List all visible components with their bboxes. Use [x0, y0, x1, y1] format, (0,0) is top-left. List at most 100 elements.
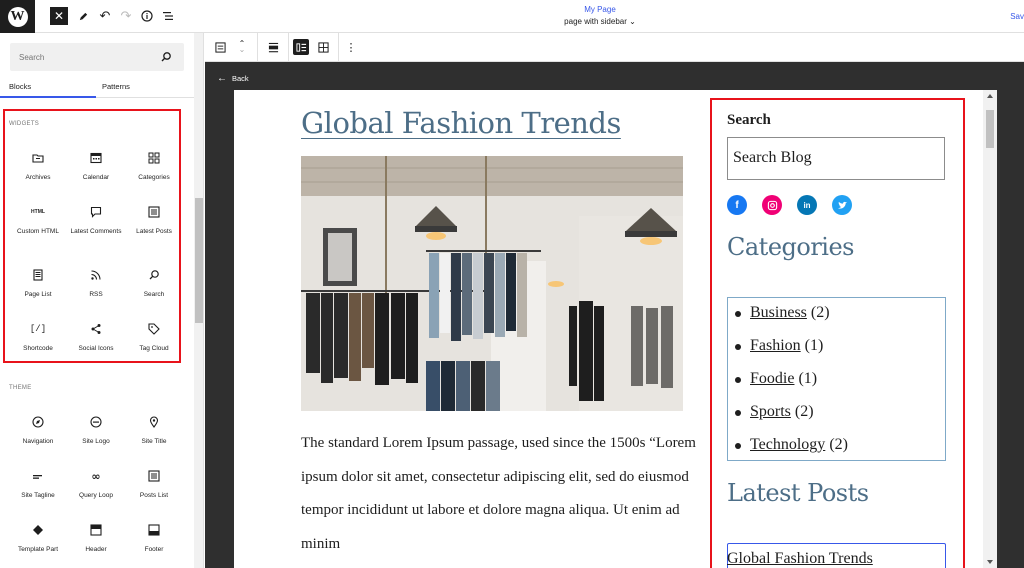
details-button[interactable] — [138, 7, 156, 25]
list-bullet — [735, 311, 741, 317]
latest-posts-list[interactable]: Global Fashion Trends — [727, 543, 946, 568]
page-title[interactable]: My Page — [500, 5, 700, 14]
back-label: Back — [232, 74, 249, 83]
block-archives[interactable]: Archives — [9, 150, 67, 182]
block-site-title[interactable]: Site Title — [125, 414, 183, 446]
block-calendar[interactable]: Calendar — [67, 150, 125, 182]
block-latest-posts[interactable]: Latest Posts — [125, 204, 183, 236]
block-search[interactable]: Search — [125, 267, 183, 299]
edit-tool-button[interactable] — [74, 7, 92, 25]
facebook-icon[interactable]: f — [727, 195, 747, 215]
page-preview: Global Fashion Trends The standard Lorem… — [234, 90, 997, 568]
category-item[interactable]: Technology (2) — [735, 436, 848, 454]
close-inserter-button[interactable]: ✕ — [50, 7, 68, 25]
block-posts-list[interactable]: Posts List — [125, 468, 183, 500]
category-link[interactable]: Business — [750, 304, 807, 321]
move-button[interactable]: ⌃ ⌄ — [234, 39, 250, 55]
search-icon — [149, 270, 159, 280]
category-link[interactable]: Fashion — [750, 337, 801, 354]
template-name[interactable]: page with sidebar ⌄ — [500, 17, 700, 26]
block-label: Latest Comments — [70, 228, 122, 235]
sidebar-search-field[interactable]: Search Blog — [727, 137, 945, 180]
block-tag-cloud[interactable]: Tag Cloud — [125, 321, 183, 353]
block-label: Site Logo — [82, 438, 110, 445]
block-label: Custom HTML — [17, 228, 59, 235]
block-page-list[interactable]: Page List — [9, 267, 67, 299]
tab-patterns[interactable]: Patterns — [102, 82, 130, 91]
map-marker-icon — [149, 416, 159, 428]
block-site-logo[interactable]: Site Logo — [67, 414, 125, 446]
linkedin-icon[interactable]: in — [797, 195, 817, 215]
sidebar-search-title: Search — [727, 112, 771, 128]
latest-post-link[interactable]: Global Fashion Trends — [727, 550, 873, 568]
category-link[interactable]: Sports — [750, 403, 791, 420]
twitter-icon[interactable] — [832, 195, 852, 215]
block-social-icons[interactable]: Social Icons — [67, 321, 125, 353]
columns-icon — [295, 42, 306, 52]
redo-button[interactable]: ↷ — [117, 7, 135, 25]
block-header[interactable]: Header — [67, 522, 125, 554]
wordpress-logo-button[interactable]: W — [0, 0, 35, 33]
html-icon: HTML — [31, 209, 45, 215]
template-label: page with sidebar — [564, 17, 627, 26]
pencil-icon — [79, 12, 87, 20]
featured-image[interactable] — [301, 156, 683, 411]
template-icon — [214, 41, 226, 53]
post-title[interactable]: Global Fashion Trends — [301, 106, 621, 140]
block-rss[interactable]: RSS — [67, 267, 125, 299]
canvas-scrollbar[interactable] — [983, 90, 997, 568]
back-button[interactable]: ← Back — [217, 73, 249, 84]
scroll-down-arrow[interactable] — [987, 560, 993, 564]
category-item[interactable]: Business (2) — [735, 304, 830, 322]
block-label: RSS — [89, 291, 103, 298]
grid-button[interactable] — [315, 39, 331, 55]
block-query-loop[interactable]: ∞ Query Loop — [67, 468, 125, 500]
more-options-button[interactable]: ⋮ — [343, 39, 359, 55]
sidebar-highlight: Search Search Blog f in Categories Busin… — [710, 98, 965, 568]
scrollbar-thumb[interactable] — [195, 198, 203, 323]
post-body-text[interactable]: The standard Lorem Ipsum passage, used s… — [301, 427, 701, 561]
instagram-icon[interactable] — [762, 195, 782, 215]
block-site-tagline[interactable]: Site Tagline — [9, 468, 67, 500]
undo-button[interactable]: ↶ — [96, 7, 114, 25]
category-item[interactable]: Fashion (1) — [735, 337, 823, 355]
layout-sidebar-button[interactable] — [293, 39, 309, 55]
block-label: Navigation — [22, 438, 54, 445]
scroll-up-arrow[interactable] — [987, 94, 993, 98]
block-label: Tag Cloud — [139, 345, 169, 352]
document-title[interactable]: My Page page with sidebar ⌄ — [500, 5, 700, 26]
block-latest-comments[interactable]: Latest Comments — [67, 204, 125, 236]
categories-list[interactable]: Business (2) Fashion (1) Foodie (1) Spor… — [727, 297, 946, 461]
navigation-icon — [32, 416, 44, 428]
category-link[interactable]: Technology — [750, 436, 825, 453]
block-footer[interactable]: Footer — [125, 522, 183, 554]
category-link[interactable]: Foodie — [750, 370, 794, 387]
block-label: Social Icons — [78, 345, 114, 352]
inserter-search[interactable] — [10, 43, 184, 71]
block-shortcode[interactable]: [/] Shortcode — [9, 321, 67, 353]
block-label: Page List — [24, 291, 52, 298]
scrollbar-thumb[interactable] — [986, 110, 994, 148]
calendar-icon — [90, 152, 102, 164]
more-vertical-icon: ⋮ — [345, 41, 357, 54]
list-view-button[interactable] — [159, 7, 177, 25]
posts-list-icon — [148, 470, 160, 482]
block-toolbar: ⌃ ⌄ ⋮ — [205, 33, 1024, 62]
block-type-button[interactable] — [212, 39, 228, 55]
search-input[interactable] — [10, 43, 150, 71]
block-template-part[interactable]: Template Part — [9, 522, 67, 554]
save-button[interactable]: Sav — [1010, 12, 1024, 21]
inserter-scrollbar[interactable] — [194, 33, 203, 568]
info-icon — [141, 10, 153, 22]
category-item[interactable]: Sports (2) — [735, 403, 814, 421]
block-navigation[interactable]: Navigation — [9, 414, 67, 446]
site-logo-icon — [90, 416, 102, 428]
toolbar-separator — [338, 33, 339, 62]
undo-icon: ↶ — [99, 8, 111, 23]
block-categories[interactable]: Categories — [125, 150, 183, 182]
block-custom-html[interactable]: HTML Custom HTML — [9, 204, 67, 236]
align-button[interactable] — [265, 39, 281, 55]
comments-icon — [90, 206, 102, 218]
tab-blocks[interactable]: Blocks — [9, 82, 31, 91]
category-item[interactable]: Foodie (1) — [735, 370, 817, 388]
